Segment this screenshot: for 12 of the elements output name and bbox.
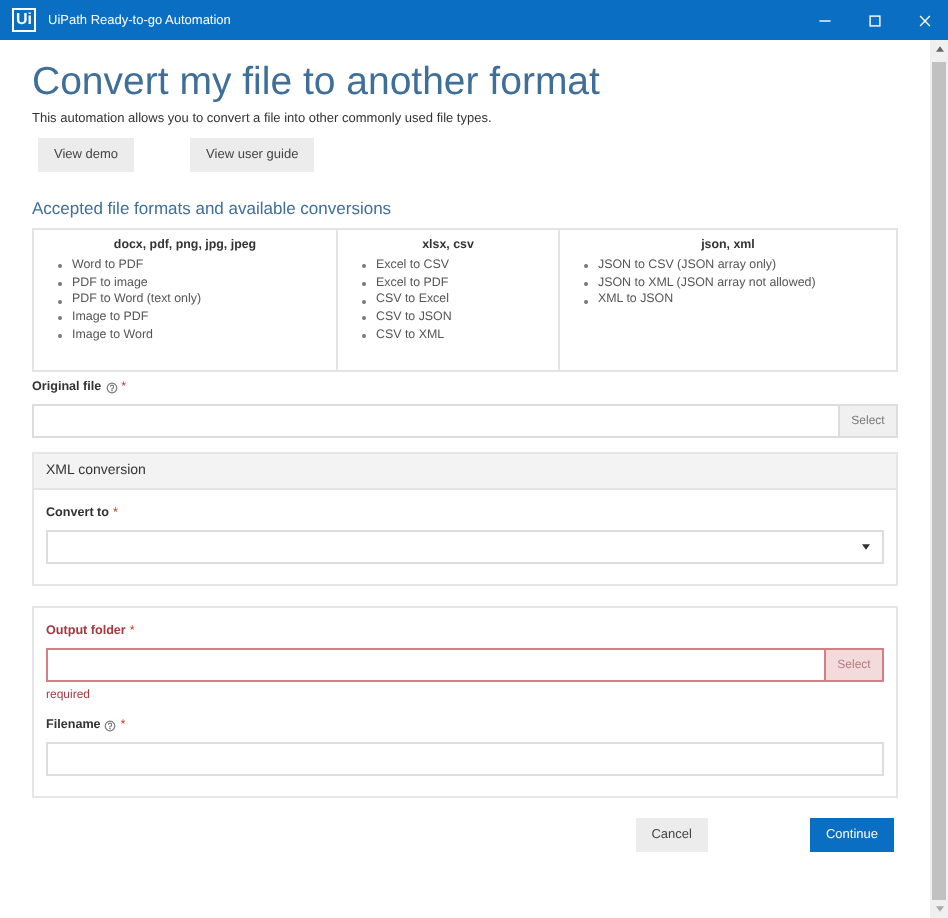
scroll-up-icon[interactable] — [935, 46, 943, 52]
scrollbar[interactable] — [930, 40, 948, 918]
maximize-icon[interactable] — [868, 13, 882, 27]
scroll-down-icon[interactable] — [935, 906, 943, 912]
help-icon[interactable] — [105, 381, 118, 393]
section-title: Accepted file formats and available conversions — [32, 198, 394, 218]
page-title: Convert my file to another format — [32, 60, 602, 104]
close-icon[interactable] — [918, 13, 932, 27]
app-logo: Ui — [12, 8, 36, 32]
caret-icon — [862, 544, 870, 550]
help-icon[interactable] — [104, 719, 117, 731]
input-field[interactable] — [46, 648, 826, 682]
